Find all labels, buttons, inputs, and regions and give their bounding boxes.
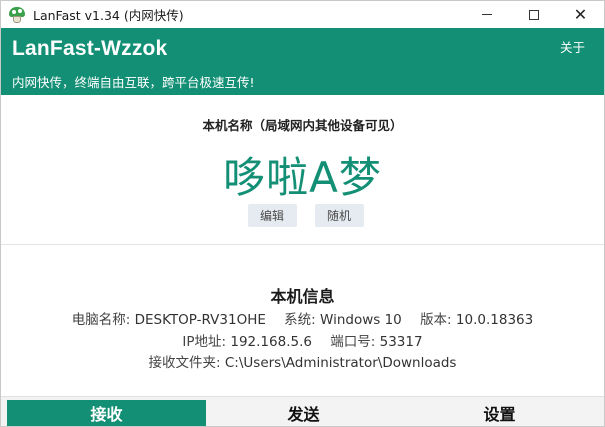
app-window: LanFast v1.34 (内网快传) ✕ LanFast-Wzzok 关于 … [0, 0, 605, 427]
close-button[interactable]: ✕ [557, 1, 604, 28]
maximize-icon [528, 9, 539, 20]
close-icon: ✕ [573, 5, 588, 24]
version-value: 10.0.18363 [455, 312, 534, 328]
computer-name-label: 电脑名称: [71, 312, 131, 328]
minimize-button[interactable] [463, 1, 510, 28]
random-button[interactable]: 随机 [314, 204, 364, 227]
maximize-button[interactable] [510, 1, 557, 28]
info-line-folder: 接收文件夹: C:\Users\Administrator\Downloads [1, 351, 604, 371]
mushroom-icon [9, 6, 25, 23]
computer-name-value: DESKTOP-RV31OHE [134, 312, 266, 328]
tab-settings[interactable]: 设置 [401, 400, 598, 426]
system-value: Windows 10 [320, 312, 402, 328]
tab-send[interactable]: 发送 [206, 400, 401, 426]
port-value: 53317 [379, 334, 423, 350]
bottom-tab-bar: 接收 发送 设置 [1, 396, 604, 426]
receive-folder-value: C:\Users\Administrator\Downloads [224, 355, 457, 371]
about-link[interactable]: 关于 [560, 37, 585, 56]
ip-label: IP地址: [182, 334, 227, 350]
receive-folder-label: 接收文件夹: [148, 355, 221, 371]
brand-title: LanFast-Wzzok [12, 37, 168, 60]
system-label: 系统: [284, 312, 316, 328]
window-controls: ✕ [463, 1, 604, 28]
device-name-actions: 编辑 随机 [1, 204, 604, 227]
version-label: 版本: [420, 312, 452, 328]
device-name-section: 本机名称（局域网内其他设备可见） 哆啦A梦 编辑 随机 [1, 95, 604, 245]
machine-info-title: 本机信息 [270, 287, 335, 306]
info-line-system: 电脑名称: DESKTOP-RV31OHE 系统: Windows 10 版本:… [1, 308, 604, 328]
title-bar[interactable]: LanFast v1.34 (内网快传) ✕ [1, 1, 604, 28]
minimize-icon [481, 14, 492, 15]
device-name-label: 本机名称（局域网内其他设备可见） [202, 118, 403, 133]
ip-value: 192.168.5.6 [230, 334, 312, 350]
machine-info-section: 本机信息 电脑名称: DESKTOP-RV31OHE 系统: Windows 1… [1, 245, 604, 395]
app-header: LanFast-Wzzok 关于 内网快传，终端自由互联，跨平台极速互传! [1, 28, 604, 95]
window-title: LanFast v1.34 (内网快传) [33, 8, 184, 23]
tab-receive[interactable]: 接收 [7, 400, 206, 426]
tagline: 内网快传，终端自由互联，跨平台极速互传! [12, 75, 255, 90]
info-line-network: IP地址: 192.168.5.6 端口号: 53317 [1, 330, 604, 350]
edit-button[interactable]: 编辑 [247, 204, 297, 227]
device-name: 哆啦A梦 [223, 153, 382, 202]
port-label: 端口号: [330, 334, 376, 350]
